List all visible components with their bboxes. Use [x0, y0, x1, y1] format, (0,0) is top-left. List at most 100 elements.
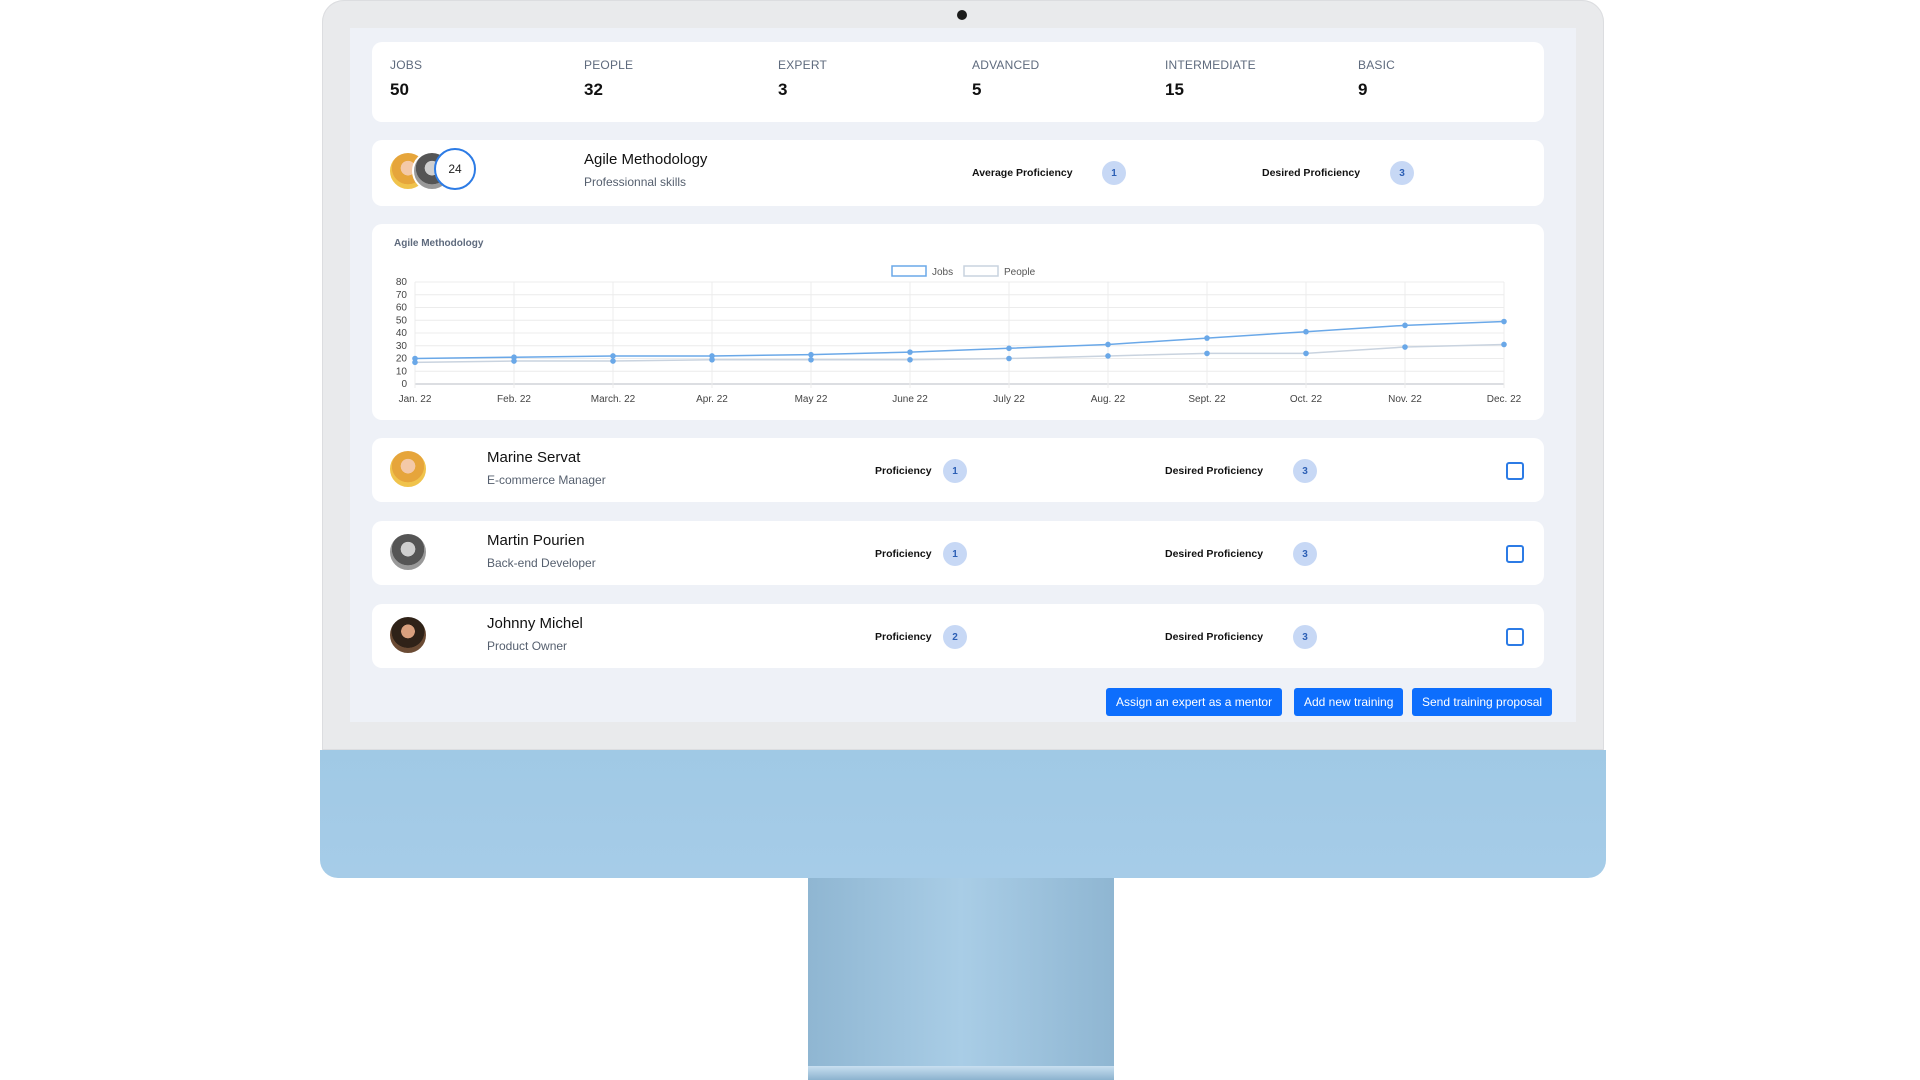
person-name: Martin Pourien [487, 532, 585, 549]
data-point-people [610, 358, 616, 364]
skill-header-card: 24 Agile Methodology Professionnal skill… [372, 140, 1544, 206]
avatar [388, 532, 428, 572]
proficiency-badge: 2 [943, 625, 967, 649]
y-tick-label: 70 [396, 290, 408, 301]
avatar [388, 615, 428, 655]
desired-proficiency-badge: 3 [1293, 542, 1317, 566]
stat-basic: BASIC 9 [1358, 58, 1395, 100]
monitor-stand-foot [808, 1066, 1114, 1080]
series-line-jobs [414, 320, 1505, 360]
y-tick-label: 30 [396, 341, 408, 352]
series-line-people [414, 343, 1505, 364]
y-tick-label: 0 [401, 379, 407, 390]
data-point-jobs [907, 349, 913, 355]
stat-label: BASIC [1358, 58, 1396, 72]
stat-jobs: JOBS 50 [390, 58, 422, 100]
stat-value: 9 [1358, 80, 1368, 99]
data-point-jobs [808, 351, 814, 358]
legend-label: Jobs [932, 267, 953, 278]
stat-label: PEOPLE [584, 58, 634, 72]
stat-label: ADVANCED [972, 58, 1040, 72]
assign-mentor-button[interactable]: Assign an expert as a mentor [1106, 688, 1283, 716]
x-tick-label: Dec. 22 [1487, 394, 1522, 405]
data-point-jobs [1501, 318, 1507, 325]
legend-label: People [1004, 267, 1036, 278]
desired-proficiency-badge: 3 [1293, 625, 1317, 649]
data-point-people [1303, 350, 1309, 357]
data-point-jobs [1204, 335, 1210, 341]
x-tick-label: March. 22 [591, 394, 636, 405]
person-row-marine: Marine Servat E-commerce Manager Profici… [372, 438, 1544, 502]
desired-proficiency-label: Desired Proficiency [1165, 631, 1264, 643]
x-tick-label: Aug. 22 [1091, 394, 1126, 405]
data-point-jobs [1105, 341, 1111, 348]
person-role: E-commerce Manager [487, 473, 606, 487]
x-tick-label: Nov. 22 [1388, 394, 1422, 405]
skill-title: Agile Methodology [584, 151, 708, 168]
proficiency-label: Proficiency [875, 631, 932, 643]
select-checkbox[interactable] [1506, 462, 1524, 480]
stat-label: INTERMEDIATE [1165, 58, 1256, 72]
proficiency-label: Proficiency [875, 548, 932, 560]
select-checkbox[interactable] [1506, 628, 1524, 646]
stat-advanced: ADVANCED 5 [972, 58, 1039, 100]
skill-category: Professionnal skills [584, 175, 687, 189]
desired-proficiency-label: Desired Proficiency [1262, 167, 1361, 179]
stat-value: 5 [972, 80, 982, 99]
data-point-people [1204, 350, 1210, 357]
desired-proficiency-badge: 3 [1293, 459, 1317, 483]
y-tick-label: 40 [396, 328, 408, 339]
data-point-people [808, 356, 814, 363]
desired-proficiency-label: Desired Proficiency [1165, 465, 1264, 477]
stat-value: 15 [1165, 80, 1184, 99]
stat-intermediate: INTERMEDIATE 15 [1165, 58, 1256, 100]
data-point-people [1006, 355, 1012, 362]
x-tick-label: Oct. 22 [1290, 394, 1323, 405]
data-point-jobs [511, 354, 517, 361]
x-tick-label: Feb. 22 [497, 394, 531, 405]
data-point-jobs [412, 355, 418, 362]
monitor-stand [808, 878, 1114, 1078]
stats-card: JOBS 50 PEOPLE 32 EXPERT 3 ADVANCED 5 IN… [372, 42, 1544, 122]
person-role: Back-end Developer [487, 556, 596, 570]
chart-card: Agile Methodology 0 10 20 30 40 50 60 70 80 Jan. … [372, 224, 1544, 420]
stat-value: 3 [778, 80, 788, 99]
app-screen: JOBS 50 PEOPLE 3 2 EXPERT 3 ADVANCED 5 IN… [350, 28, 1576, 722]
camera-icon [957, 10, 967, 20]
person-row-johnny: Johnny Michel Product Owner Proficiency … [372, 604, 1544, 668]
proficiency-badge: 1 [943, 542, 967, 566]
data-point-jobs [709, 353, 715, 359]
y-tick-label: 80 [396, 277, 408, 288]
legend-swatch [891, 265, 927, 277]
data-point-jobs [1006, 345, 1012, 352]
x-tick-label: June 22 [892, 394, 928, 405]
add-training-button[interactable]: Add new training [1294, 688, 1404, 716]
line-chart: 01020304050607080Jan. 22 Feb. 22 March. 22… [396, 265, 1522, 405]
select-checkbox[interactable] [1506, 545, 1524, 563]
x-tick-label: May 22 [795, 394, 828, 405]
x-tick-label: July 22 [993, 394, 1025, 405]
person-role: Product Owner [487, 639, 568, 653]
stat-expert: EXPERT 3 [778, 58, 827, 100]
x-tick-label: Apr. 22 [696, 394, 728, 405]
y-tick-label: 50 [396, 315, 408, 326]
person-name: Marine Servat [487, 449, 581, 466]
monitor-chin [320, 750, 1606, 878]
data-point-jobs [1402, 322, 1408, 329]
avatar [388, 449, 428, 489]
data-point-people [1105, 353, 1111, 359]
proficiency-label: Proficiency [875, 465, 932, 477]
people-count-badge[interactable]: 24 [434, 148, 476, 190]
data-point-jobs [610, 353, 616, 359]
stat-value: 50 [390, 80, 409, 99]
data-point-jobs [1303, 328, 1309, 335]
legend-swatch [963, 265, 999, 277]
average-proficiency-label: Average Proficiency [972, 167, 1073, 179]
stat-label: EXPERT [778, 58, 827, 72]
x-tick-label: Jan. 22 [399, 394, 432, 405]
send-proposal-button[interactable]: Send training proposal [1412, 688, 1553, 716]
desired-proficiency-label: Desired Proficiency [1165, 548, 1264, 560]
y-tick-label: 10 [396, 366, 408, 377]
desired-proficiency-badge: 3 [1390, 161, 1414, 185]
data-point-people [907, 356, 913, 363]
